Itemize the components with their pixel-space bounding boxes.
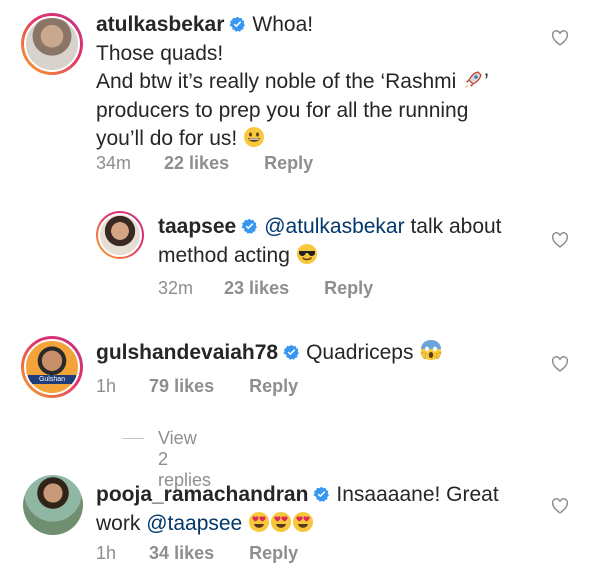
- comment-text-line: you’ll do for us!: [96, 127, 238, 150]
- comment-body: gulshandevaiah78 Quadriceps: [96, 338, 536, 368]
- avatar-atulkasbekar[interactable]: [21, 13, 83, 75]
- comment-meta: 34m 22 likes Reply: [96, 153, 313, 174]
- avatar-pooja-ramachandran[interactable]: [23, 475, 83, 535]
- avatar-gulshandevaiah78[interactable]: Gulshan: [21, 336, 83, 398]
- verified-badge-icon: [229, 16, 246, 32]
- view-replies-divider: [122, 438, 144, 439]
- verified-badge-icon: [283, 344, 300, 360]
- comment-text-line: Those quads!: [96, 41, 224, 65]
- comment-meta: 1h 79 likes Reply: [96, 376, 298, 397]
- reply-button[interactable]: Reply: [324, 278, 373, 298]
- comment-text-line: producers to prep you for all the runnin…: [96, 98, 469, 122]
- heart-eyes-emoji-icon: [271, 511, 292, 532]
- likes-count[interactable]: 34 likes: [149, 543, 214, 563]
- rocket-emoji-icon: [465, 71, 482, 88]
- likes-count[interactable]: 23 likes: [224, 278, 289, 298]
- comment-time: 1h: [96, 376, 117, 396]
- sunglasses-emoji-icon: [296, 243, 317, 264]
- username[interactable]: taapsee: [158, 215, 236, 238]
- screaming-emoji-icon: [420, 340, 442, 360]
- username[interactable]: gulshandevaiah78: [96, 341, 278, 364]
- mention-link[interactable]: @taapsee: [146, 512, 242, 535]
- comment-text-line: Insaaaane! Great: [336, 483, 499, 506]
- heart-outline-icon[interactable]: [551, 356, 569, 372]
- comment-meta: 32m 23 likes Reply: [158, 278, 373, 299]
- verified-badge-icon: [241, 218, 258, 234]
- reply-button[interactable]: Reply: [249, 376, 298, 396]
- heart-eyes-emoji-icon: [249, 511, 270, 532]
- heart-outline-icon[interactable]: [551, 30, 569, 46]
- comment-text-line: And btw it’s really noble of the ‘Rashmi: [96, 70, 457, 93]
- heart-outline-icon[interactable]: [551, 232, 569, 248]
- comment-time: 34m: [96, 153, 132, 173]
- comment-body: taapsee @atulkasbekar talk about method a…: [158, 213, 548, 270]
- avatar-badge: Gulshan: [28, 375, 76, 384]
- comment-text-line: work: [96, 511, 141, 535]
- username[interactable]: atulkasbekar: [96, 13, 224, 36]
- mention-link[interactable]: @atulkasbekar: [264, 215, 404, 238]
- comment-text-line: Quadriceps: [306, 341, 414, 364]
- verified-badge-icon: [313, 486, 330, 502]
- comment-time: 1h: [96, 543, 117, 563]
- comment-body: atulkasbekar Whoa! Those quads! And btw i…: [96, 11, 536, 154]
- avatar-taapsee[interactable]: [96, 211, 144, 259]
- likes-count[interactable]: 22 likes: [164, 153, 229, 173]
- comment-text-line: talk about: [410, 215, 502, 238]
- username[interactable]: pooja_ramachandran: [96, 483, 308, 506]
- comment-body: pooja_ramachandran Insaaaane! Great work …: [96, 481, 536, 538]
- likes-count[interactable]: 79 likes: [149, 376, 214, 396]
- comment-meta: 1h 34 likes Reply: [96, 543, 298, 564]
- comment-text-line: method acting: [158, 243, 290, 267]
- reply-button[interactable]: Reply: [249, 543, 298, 563]
- comment-text-line: Whoa!: [252, 13, 314, 36]
- comment-time: 32m: [158, 278, 194, 298]
- heart-outline-icon[interactable]: [551, 498, 569, 514]
- heart-eyes-emoji-icon: [293, 511, 314, 532]
- reply-button[interactable]: Reply: [264, 153, 313, 173]
- grinning-emoji-icon: [244, 127, 265, 147]
- comment-text-line: ’: [484, 70, 489, 93]
